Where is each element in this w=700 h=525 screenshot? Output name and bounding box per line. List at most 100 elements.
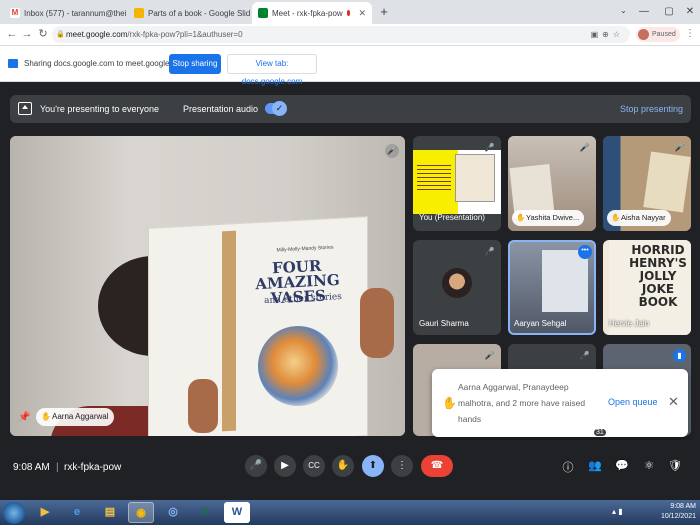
omnibox-actions[interactable]: ▣⊕☆ [591, 26, 624, 43]
pin-icon[interactable]: 📌 [18, 412, 30, 423]
participant-hand [188, 379, 218, 433]
start-button[interactable] [3, 502, 25, 524]
excel-icon[interactable]: X [192, 502, 218, 523]
slides-icon [134, 8, 144, 18]
participant-name-pill: ✋ Aarna Aggarwal [36, 408, 115, 426]
profile-button[interactable]: Paused [636, 27, 680, 42]
tab-label: Meet - rxk-fpka-pow [272, 8, 343, 18]
presentation-audio-toggle[interactable]: ✓ [265, 101, 287, 116]
meeting-controls: 9:08 AM | rxk-fpka-pow 🎤 ▶ CC ✋ ⬆ ⋮ ☎ ⓘ … [0, 429, 700, 500]
tab-search-chevron-icon[interactable]: ⌄ [620, 6, 627, 15]
held-book [643, 151, 691, 213]
participant-name-pill: ✋ Yashita Dwive... [512, 210, 585, 226]
tile-hervie[interactable]: HORRID HENRY'S JOLLY JOKE BOOK Hervie Ja… [603, 240, 691, 335]
captions-button[interactable]: CC [303, 455, 325, 477]
chrome-canary-icon[interactable]: ◎ [160, 502, 186, 523]
word-icon[interactable]: W [224, 502, 250, 523]
gmail-icon: M [10, 8, 20, 18]
tile-aaryan[interactable]: ••• Aaryan Sehgal [508, 240, 596, 335]
minimize-button[interactable]: — [630, 0, 658, 24]
tile-presentation[interactable]: 🎤 You (Presentation) [413, 136, 501, 231]
meeting-time: 9:08 AM [13, 462, 50, 473]
participant-name: Aisha Nayyar [621, 213, 666, 222]
file-explorer-icon[interactable]: ▤ [97, 502, 123, 523]
new-tab-button[interactable]: + [376, 4, 392, 20]
muted-mic-icon: 🎤 [484, 247, 495, 256]
people-icon[interactable]: 👥 [587, 459, 603, 472]
tab-gmail[interactable]: M Inbox (577) - tarannum@theindi ✕ [4, 2, 126, 24]
open-queue-button[interactable]: Open queue [608, 397, 658, 407]
book-title: HORRID HENRY'S JOLLY JOKE BOOK [629, 243, 687, 309]
browser-tab-strip: M Inbox (577) - tarannum@theindi ✕ Parts… [0, 0, 700, 24]
present-icon [18, 102, 32, 115]
close-window-button[interactable]: ✕ [676, 0, 700, 24]
raised-hands-notification: ✋ Aarna Aggarwal, Pranaydeep malhotra, a… [432, 369, 688, 437]
participant-name: Aaryan Sehgal [514, 319, 567, 328]
url-host: meet.google.com [66, 30, 128, 39]
meeting-code: rxk-fpka-pow [64, 462, 122, 473]
back-button[interactable]: ← [5, 27, 19, 41]
more-options-button[interactable]: ⋮ [391, 455, 413, 477]
tile-yashita[interactable]: 🎤 ✋ Yashita Dwive... [508, 136, 596, 231]
close-icon[interactable]: ✕ [668, 394, 679, 410]
avatar [638, 29, 649, 40]
raised-hand-icon: ✋ [611, 213, 621, 222]
close-tab-icon[interactable]: ✕ [358, 8, 366, 19]
camera-button[interactable]: ▶ [274, 455, 296, 477]
participant-name: Gauri Sharma [419, 319, 469, 328]
system-clock[interactable]: 9:08 AM 10/12/2021 [652, 502, 696, 522]
tab-label: Inbox (577) - tarannum@theindi [24, 8, 126, 18]
leave-call-button[interactable]: ☎ [421, 455, 453, 477]
raise-hand-button[interactable]: ✋ [332, 455, 354, 477]
raised-hand-icon: ✋ [516, 213, 526, 222]
host-controls-icon[interactable]: 🛡 [667, 459, 683, 472]
media-player-icon[interactable]: ▶ [32, 502, 58, 523]
sharing-infobar: Sharing docs.google.com to meet.google.c… [0, 46, 700, 86]
avatar [442, 268, 472, 298]
participant-name: Aarna Aggarwal [52, 412, 109, 421]
meeting-details-icon[interactable]: ⓘ [560, 459, 576, 475]
muted-mic-icon: 🎤 [385, 144, 399, 158]
tile-label: You (Presentation) [419, 213, 485, 222]
muted-mic-icon: 🎤 [579, 143, 590, 152]
chat-icon[interactable]: 💬 [614, 459, 630, 472]
sharing-text: Sharing docs.google.com to meet.google.c… [24, 59, 187, 68]
tile-aisha[interactable]: 🎤 ✋ Aisha Nayyar [603, 136, 691, 231]
check-icon: ✓ [272, 101, 287, 116]
main-video-tile[interactable]: Milly-Molly-Mandy Stories FOUR AMAZING V… [10, 136, 405, 436]
participant-hand [360, 288, 394, 358]
internet-explorer-icon[interactable]: e [64, 502, 90, 523]
browser-toolbar: ← → ↻ 🔒 meet.google.com/rxk-fpka-pow?pli… [0, 24, 700, 46]
participant-name-pill: ✋ Aisha Nayyar [607, 210, 671, 226]
tile-gauri[interactable]: 🎤 Gauri Sharma [413, 240, 501, 335]
participant-count-badge: 31 [594, 429, 606, 436]
browser-menu-icon[interactable]: ⋮ [685, 28, 695, 39]
presenting-message: You're presenting to everyone [40, 104, 159, 114]
address-bar[interactable]: 🔒 meet.google.com/rxk-fpka-pow?pli=1&aut… [52, 26, 630, 43]
os-taskbar: ▶ e ▤ ◉ ◎ X W ▴ ▮ 9:08 AM 10/12/2021 [0, 500, 700, 525]
microphone-button[interactable]: 🎤 [245, 455, 267, 477]
more-options-icon[interactable]: ••• [578, 245, 592, 259]
tab-meet[interactable]: Meet - rxk-fpka-pow ✕ [252, 2, 372, 24]
slide-text-lines [417, 162, 451, 192]
muted-mic-icon: 🎤 [579, 351, 590, 360]
reload-button[interactable]: ↻ [36, 27, 50, 41]
present-button[interactable]: ⬆ [362, 455, 384, 477]
chrome-icon[interactable]: ◉ [128, 502, 154, 523]
stop-sharing-button[interactable]: Stop sharing [169, 54, 221, 74]
muted-mic-icon: 🎤 [484, 351, 495, 360]
forward-button[interactable]: → [20, 27, 34, 41]
profile-status: Paused [652, 31, 676, 38]
url-path: /rxk-fpka-pow?pli=1&authuser=0 [127, 30, 243, 39]
notification-message: Aarna Aggarwal, Pranaydeep malhotra, and… [458, 382, 586, 424]
tray-network-icon[interactable]: ▴ ▮ [612, 507, 623, 516]
clock-time: 9:08 AM [670, 503, 696, 510]
tab-slides[interactable]: Parts of a book - Google Slid ✕ [128, 2, 250, 24]
book-cover-illustration [258, 326, 338, 406]
view-tab-button[interactable]: View tab: docs.google.com [227, 54, 317, 86]
tab-label: Parts of a book - Google Slid [148, 8, 250, 18]
activities-icon[interactable]: ⚛ [641, 459, 657, 472]
participant-name: Yashita Dwive... [526, 213, 580, 222]
speaking-icon: ▮ [673, 349, 686, 362]
stop-presenting-button[interactable]: Stop presenting [620, 104, 683, 114]
